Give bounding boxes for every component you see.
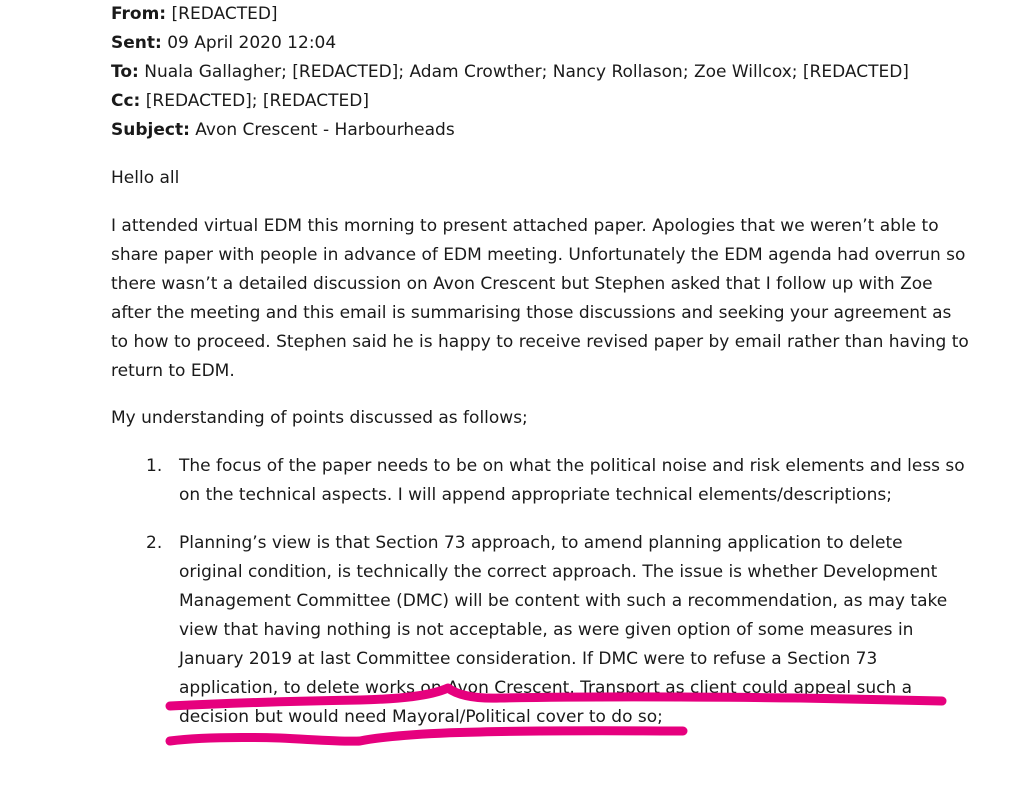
- subject-label: Subject:: [111, 120, 190, 140]
- list-item-number: 2.: [146, 533, 163, 553]
- to-line: To: Nuala Gallagher; [REDACTED]; Adam Cr…: [111, 58, 909, 87]
- body-paragraph-1: I attended virtual EDM this morning to p…: [111, 216, 969, 381]
- sent-line: Sent: 09 April 2020 12:04: [111, 29, 909, 58]
- sent-label: Sent:: [111, 33, 162, 53]
- list-item-text: The focus of the paper needs to be on wh…: [179, 456, 965, 505]
- email-header: From: [REDACTED] Sent: 09 April 2020 12:…: [111, 0, 909, 145]
- to-value: Nuala Gallagher; [REDACTED]; Adam Crowth…: [144, 62, 909, 82]
- subject-value: Avon Crescent - Harbourheads: [195, 120, 455, 140]
- sent-value: 09 April 2020 12:04: [167, 33, 337, 53]
- list-item-number: 1.: [146, 456, 163, 476]
- from-label: From:: [111, 4, 167, 24]
- cc-label: Cc:: [111, 91, 141, 111]
- cc-value: [REDACTED]; [REDACTED]: [145, 91, 369, 111]
- from-value: [REDACTED]: [171, 4, 278, 24]
- greeting: Hello all: [111, 168, 180, 188]
- list-item-text: Planning’s view is that Section 73 appro…: [179, 533, 948, 727]
- cc-line: Cc: [REDACTED]; [REDACTED]: [111, 87, 909, 116]
- from-line: From: [REDACTED]: [111, 0, 909, 29]
- highlighter-stroke-lower: [165, 726, 688, 746]
- to-label: To:: [111, 62, 139, 82]
- body-paragraph-2: My understanding of points discussed as …: [111, 408, 528, 428]
- subject-line: Subject: Avon Crescent - Harbourheads: [111, 116, 909, 145]
